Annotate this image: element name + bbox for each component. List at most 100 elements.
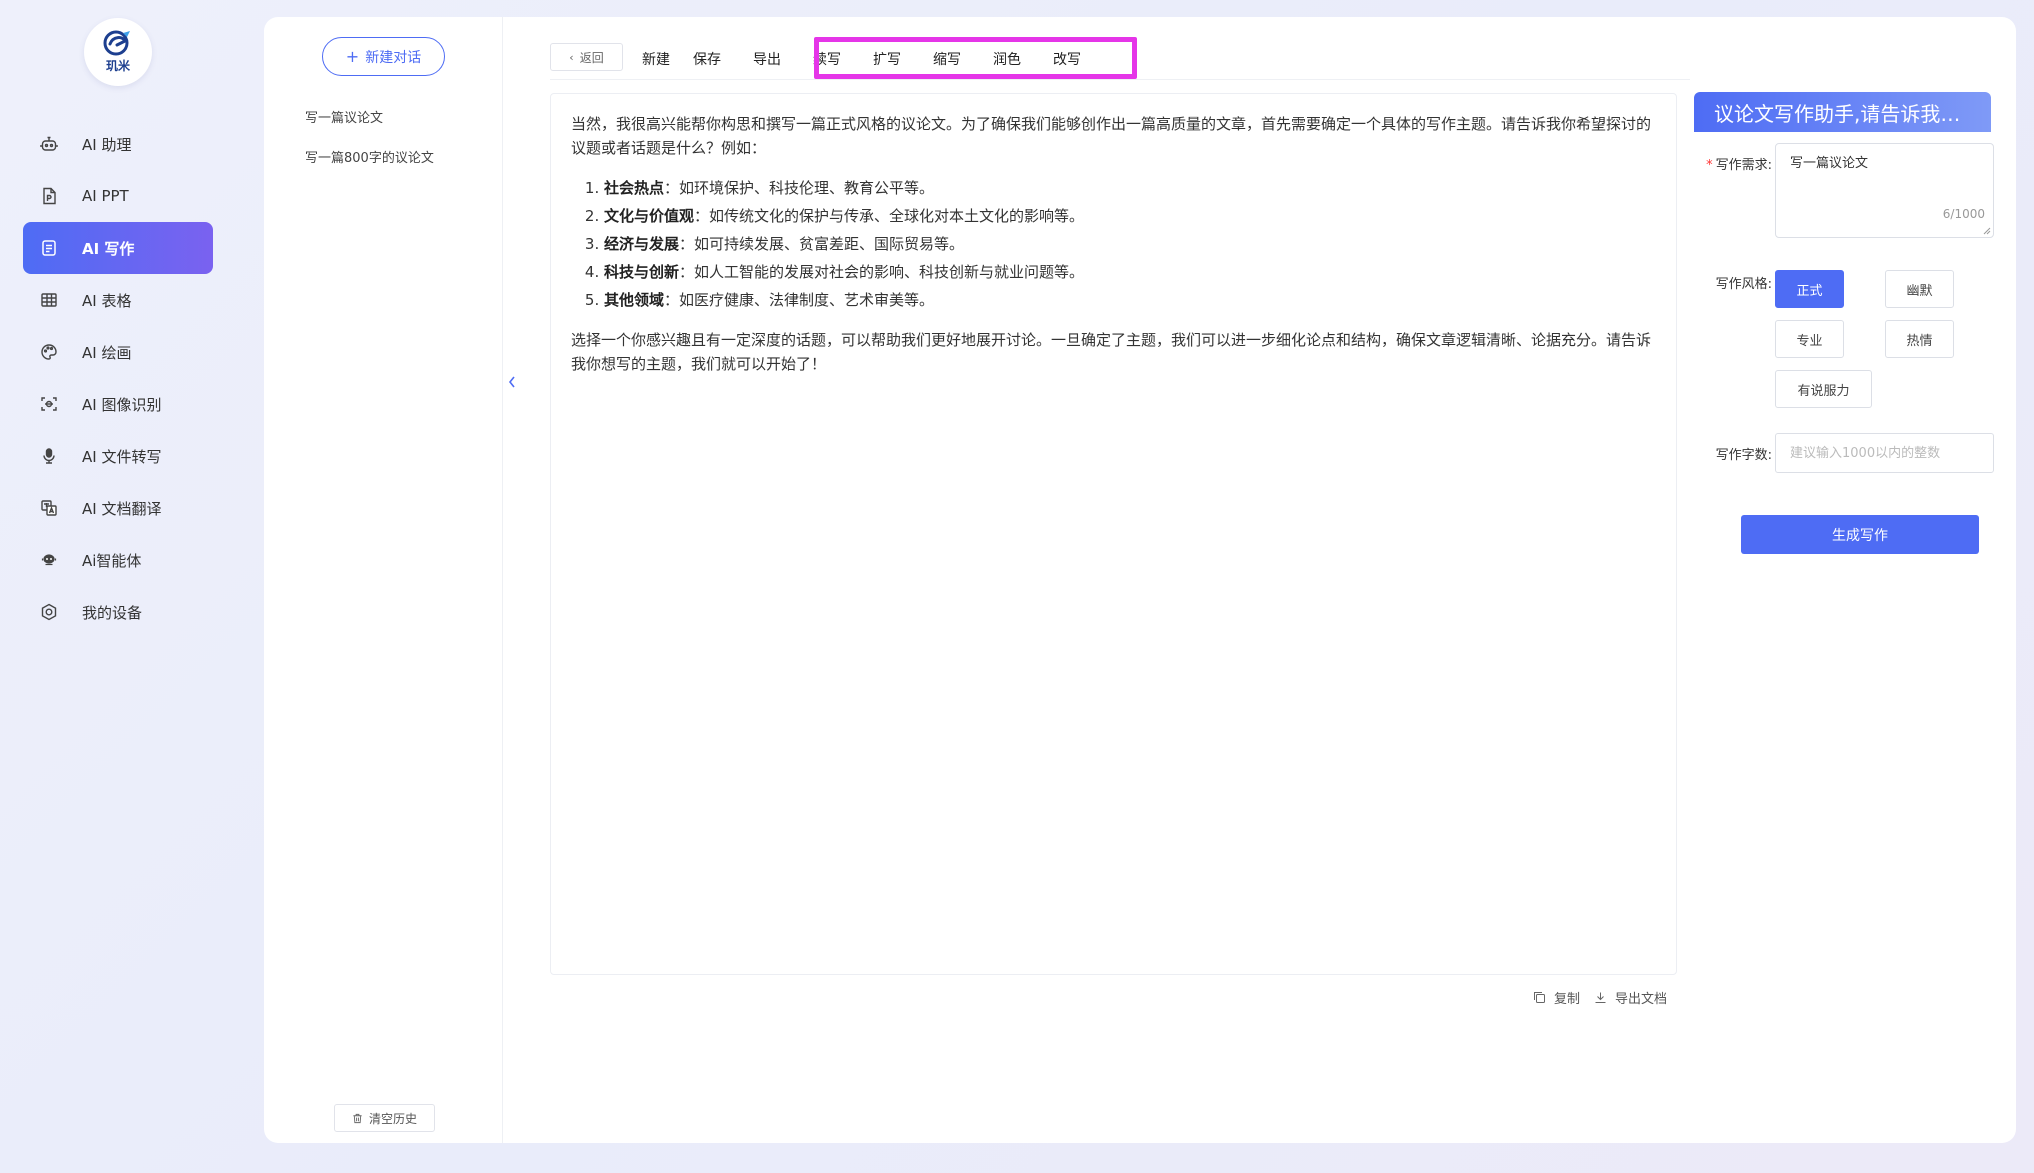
nav-item-ai-agent[interactable]: Ai智能体: [23, 534, 213, 586]
nav-item-label: AI 助理: [82, 135, 132, 154]
nav-item-label: AI 表格: [82, 291, 132, 310]
save-button[interactable]: 保存: [693, 49, 721, 69]
writing-assistant-panel: 议论文写作助手,请告诉我写... * 写作需求: 写一篇议论文 6/1000 写作…: [1694, 17, 2016, 1143]
palette-icon: [40, 343, 58, 361]
history-item[interactable]: 写一篇议论文: [305, 107, 383, 126]
style-option-passionate[interactable]: 热情: [1885, 320, 1954, 358]
panel-title: 议论文写作助手,请告诉我写...: [1714, 101, 1974, 126]
nav-item-ai-writing[interactable]: AI 写作: [23, 222, 213, 274]
requirement-label-text: 写作需求:: [1715, 158, 1772, 173]
doc-topic-list: 社会热点：如环境保护、科技伦理、教育公平等。 文化与价值观：如传统文化的保护与传…: [571, 174, 1656, 314]
style-option-persuasive[interactable]: 有说服力: [1775, 370, 1872, 408]
list-item-text: ：如传统文化的保护与传承、全球化对本土文化的影响等。: [694, 207, 1085, 225]
list-item-text: ：如医疗健康、法律制度、艺术审美等。: [664, 291, 935, 309]
logo-mark-icon: [103, 30, 130, 56]
collapse-sidebar-toggle[interactable]: [504, 352, 520, 412]
expand-button[interactable]: 扩写: [873, 49, 901, 69]
style-option-professional[interactable]: 专业: [1775, 320, 1844, 358]
shorten-button[interactable]: 缩写: [933, 49, 961, 69]
list-item: 社会热点：如环境保护、科技伦理、教育公平等。: [604, 174, 1656, 202]
nav-item-ai-file-transcribe[interactable]: AI 文件转写: [23, 430, 213, 482]
device-icon: [40, 603, 58, 621]
list-item: 经济与发展：如可持续发展、贫富差距、国际贸易等。: [604, 230, 1656, 258]
generate-button[interactable]: 生成写作: [1741, 515, 1979, 554]
rewrite-button[interactable]: 改写: [1053, 49, 1081, 69]
agent-icon: [40, 551, 58, 569]
ppt-file-icon: [40, 187, 58, 205]
nav-item-my-devices[interactable]: 我的设备: [23, 586, 213, 638]
panel-header: 议论文写作助手,请告诉我写...: [1694, 92, 1991, 132]
nav-item-label: AI 文件转写: [82, 447, 162, 466]
history-item[interactable]: 写一篇800字的议论文: [305, 147, 434, 166]
nav-item-label: Ai智能体: [82, 551, 142, 570]
download-icon: [1595, 992, 1606, 1003]
resize-grip-icon[interactable]: [1983, 227, 1991, 235]
new-button[interactable]: 新建: [642, 49, 670, 69]
style-label: 写作风格:: [1715, 277, 1772, 292]
trash-icon: [353, 1113, 362, 1123]
word-count-input[interactable]: [1775, 433, 1994, 473]
list-item: 其他领域：如医疗健康、法律制度、艺术审美等。: [604, 286, 1656, 314]
clear-history-label: 清空历史: [368, 1111, 417, 1126]
copy-icon: [1534, 992, 1545, 1003]
clear-history-button[interactable]: 清空历史: [334, 1104, 435, 1132]
copy-button[interactable]: 复制: [1533, 988, 1580, 1007]
main-card: + 新建对话 写一篇议论文 写一篇800字的议论文 清空历史 ‹ 返回 新建 保…: [264, 17, 2016, 1143]
doc-outro: 选择一个你感兴趣且有一定深度的话题，可以帮助我们更好地展开讨论。一旦确定了主题，…: [571, 331, 1652, 373]
plus-icon: +: [345, 46, 360, 66]
list-item-title: 经济与发展: [604, 235, 680, 253]
robot-icon: [40, 135, 58, 153]
nav-item-label: AI 绘画: [82, 343, 132, 362]
required-asterisk: *: [1706, 158, 1713, 173]
microphone-file-icon: [40, 447, 58, 465]
nav-item-ai-assistant[interactable]: AI 助理: [23, 118, 213, 170]
list-item-title: 科技与创新: [604, 263, 680, 281]
nav-item-ai-table[interactable]: AI 表格: [23, 274, 213, 326]
export-doc-button[interactable]: 导出文档: [1594, 988, 1667, 1007]
nav-item-ai-ppt[interactable]: AI PPT: [23, 170, 213, 222]
nav-item-ai-doc-translate[interactable]: AI 文档翻译: [23, 482, 213, 534]
list-item-text: ：如人工智能的发展对社会的影响、科技创新与就业问题等。: [679, 263, 1085, 281]
list-item: 文化与价值观：如传统文化的保护与传承、全球化对本土文化的影响等。: [604, 202, 1656, 230]
back-button[interactable]: ‹ 返回: [550, 43, 623, 71]
highlight-box: [814, 37, 1137, 79]
char-count: 6/1000: [1942, 207, 1985, 221]
nav-item-label: AI PPT: [82, 187, 129, 205]
polish-button[interactable]: 润色: [993, 49, 1021, 69]
chevron-left-icon: [508, 376, 515, 388]
new-chat-button[interactable]: + 新建对话: [322, 37, 445, 76]
word-count-label: 写作字数:: [1715, 448, 1772, 463]
nav-item-ai-image-recognition[interactable]: AI 图像识别: [23, 378, 213, 430]
list-item-title: 文化与价值观: [604, 207, 695, 225]
requirement-label: * 写作需求:: [1692, 154, 1772, 173]
continue-writing-button[interactable]: 续写: [813, 49, 841, 69]
toolbar-divider: [550, 79, 1690, 80]
logo-text: 玑米: [105, 59, 130, 73]
requirement-textarea[interactable]: 写一篇议论文 6/1000: [1775, 143, 1994, 238]
list-item-text: ：如环境保护、科技伦理、教育公平等。: [664, 179, 935, 197]
nav-item-label: 我的设备: [82, 603, 143, 622]
style-option-formal[interactable]: 正式: [1775, 270, 1844, 308]
nav-item-label: AI 写作: [82, 239, 135, 258]
history-panel: + 新建对话 写一篇议论文 写一篇800字的议论文 清空历史: [264, 17, 503, 1143]
document-edit-icon: [40, 239, 58, 257]
image-scan-icon: [40, 395, 58, 413]
nav-item-label: AI 图像识别: [82, 395, 162, 414]
chevron-left-icon: ‹: [569, 50, 574, 64]
nav-list: AI 助理 AI PPT AI 写作 AI 表格 AI 绘画 AI 图像识别 A…: [23, 118, 213, 638]
document-editor[interactable]: 当然，我很高兴能帮你构思和撰写一篇正式风格的议论文。为了确保我们能够创作出一篇高…: [550, 93, 1677, 975]
copy-label: 复制: [1554, 992, 1581, 1007]
export-button[interactable]: 导出: [753, 49, 781, 69]
new-chat-label: 新建对话: [365, 49, 422, 66]
table-icon: [40, 291, 58, 309]
style-option-humorous[interactable]: 幽默: [1885, 270, 1954, 308]
export-doc-label: 导出文档: [1615, 992, 1668, 1007]
requirement-value: 写一篇议论文: [1790, 156, 1869, 171]
nav-item-label: AI 文档翻译: [82, 499, 162, 518]
list-item-text: ：如可持续发展、贫富差距、国际贸易等。: [679, 235, 965, 253]
nav-item-ai-painting[interactable]: AI 绘画: [23, 326, 213, 378]
app-logo[interactable]: 玑米: [84, 18, 152, 86]
translate-icon: [40, 499, 58, 517]
side-nav: 玑米 AI 助理 AI PPT AI 写作 AI 表格 AI 绘画 AI 图像识…: [0, 0, 240, 1173]
editor-toolbar: ‹ 返回 新建 保存 导出 续写 扩写 缩写 润色 改写: [550, 37, 1690, 79]
